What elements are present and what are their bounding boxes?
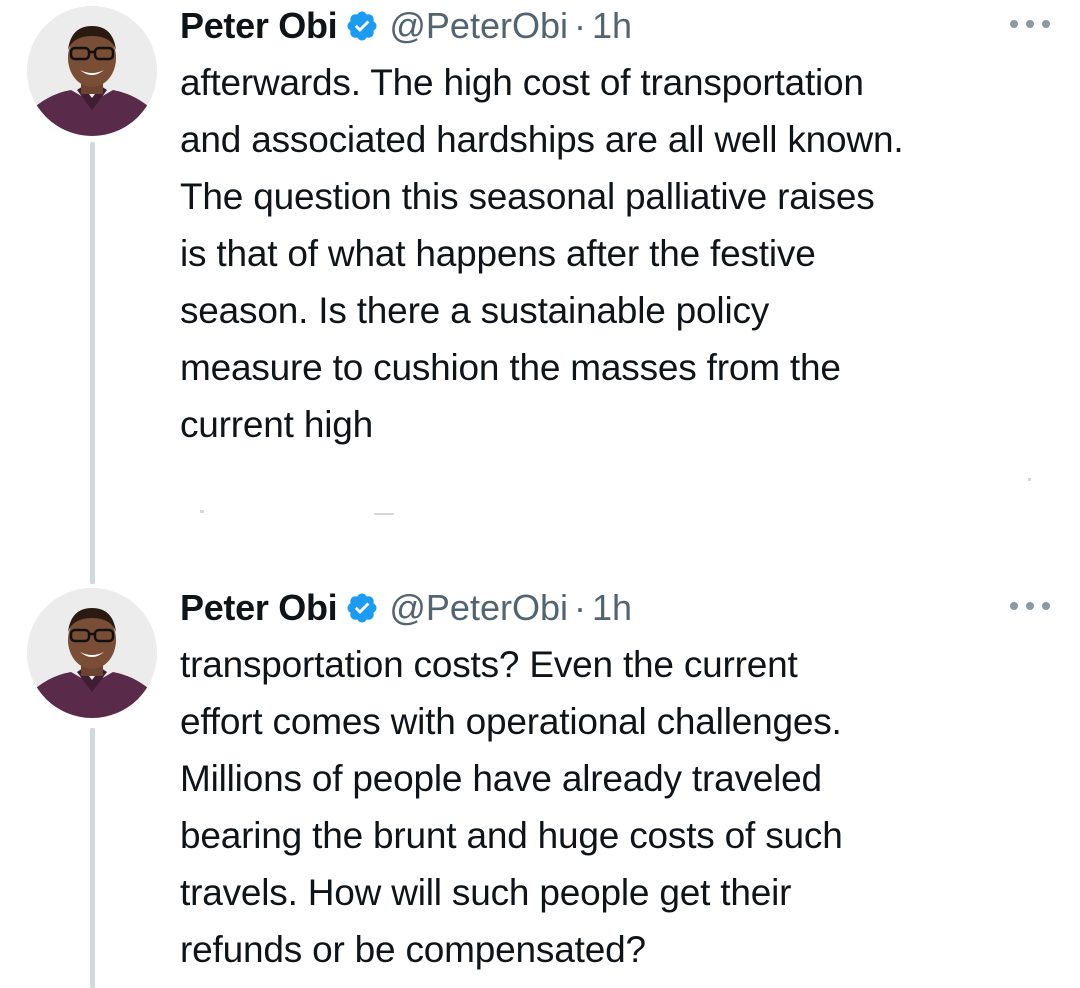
tweet-text-line: is that of what happens after the festiv…: [180, 233, 816, 274]
tweet-text-line: refunds or be compensated?: [180, 929, 646, 970]
tweet-text: afterwards. The high cost of transportat…: [180, 54, 1060, 453]
separator-dot: ·: [573, 5, 586, 46]
tweet-text-line: travels. How will such people get their: [180, 872, 792, 913]
tweet-text: transportation costs? Even the current e…: [180, 636, 1060, 978]
author-name[interactable]: Peter Obi: [180, 5, 338, 47]
tweet[interactable]: Peter Obi @PeterObi · 1h afterwards. The…: [0, 2, 1080, 472]
verified-badge-icon: [345, 591, 379, 625]
tweet[interactable]: Peter Obi @PeterObi · 1h transportation …: [0, 584, 1080, 988]
separator-dot: ·: [573, 587, 586, 628]
timestamp[interactable]: 1h: [592, 587, 632, 629]
more-options-icon[interactable]: [1010, 596, 1050, 616]
author-handle[interactable]: @PeterObi: [389, 5, 568, 47]
profile-photo-icon: [27, 588, 157, 718]
more-options-icon[interactable]: [1010, 14, 1050, 34]
avatar[interactable]: [27, 6, 157, 136]
tweet-header: Peter Obi @PeterObi · 1h: [180, 2, 632, 50]
tweet-text-line: Millions of people have already traveled: [180, 758, 822, 799]
avatar[interactable]: [27, 588, 157, 718]
tweet-text-line: and associated hardships are all well kn…: [180, 119, 904, 160]
tweet-text-line: transportation costs? Even the current: [180, 644, 798, 685]
tweet-text-line: afterwards. The high cost of transportat…: [180, 62, 864, 103]
verified-badge-icon: [345, 9, 379, 43]
tweet-text-line: bearing the brunt and huge costs of such: [180, 815, 843, 856]
tweet-text-line: effort comes with operational challenges…: [180, 701, 842, 742]
tweet-header: Peter Obi @PeterObi · 1h: [180, 584, 632, 632]
timestamp[interactable]: 1h: [592, 5, 632, 47]
tweet-text-line: current high: [180, 404, 373, 445]
tweet-text-line: measure to cushion the masses from the: [180, 347, 841, 388]
author-handle[interactable]: @PeterObi: [389, 587, 568, 629]
tweet-text-line: The question this seasonal palliative ra…: [180, 176, 875, 217]
profile-photo-icon: [27, 6, 157, 136]
author-name[interactable]: Peter Obi: [180, 587, 338, 629]
tweet-text-line: season. Is there a sustainable policy: [180, 290, 770, 331]
